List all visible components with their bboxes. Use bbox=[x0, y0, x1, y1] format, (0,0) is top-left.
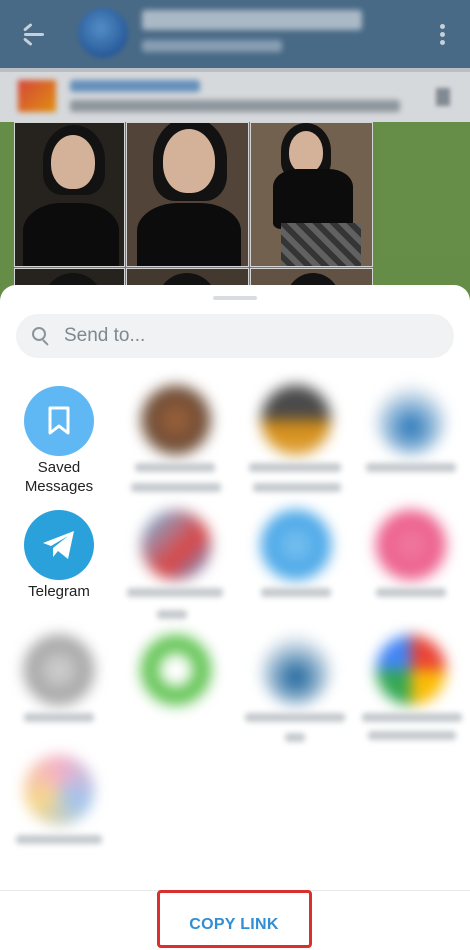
telegram-plane-icon bbox=[24, 510, 94, 580]
search-bar[interactable] bbox=[16, 314, 454, 358]
share-target-label: Telegram bbox=[28, 583, 90, 600]
search-input[interactable] bbox=[64, 314, 444, 358]
share-sheet: Saved Messages Telegram bbox=[0, 285, 470, 950]
copy-link-button[interactable]: COPY LINK bbox=[160, 907, 308, 943]
share-target-label: Saved Messages bbox=[24, 459, 94, 495]
bookmark-icon bbox=[24, 386, 94, 456]
search-icon bbox=[32, 327, 50, 346]
drag-handle[interactable] bbox=[213, 296, 257, 300]
footer-divider bbox=[0, 890, 470, 891]
